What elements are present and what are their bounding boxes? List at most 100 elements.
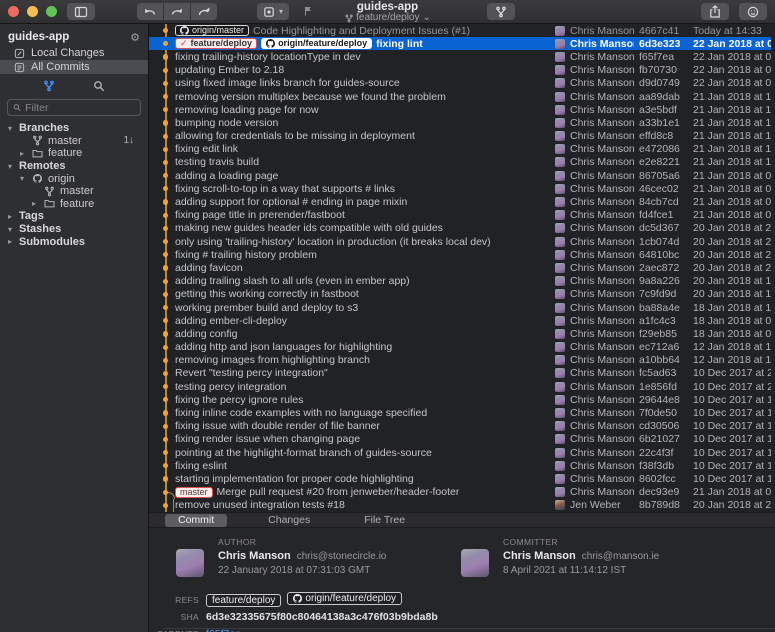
- commit-row[interactable]: making new guides header ids compatible …: [149, 222, 771, 235]
- commit-row[interactable]: working prember build and deploy to s3 Ch…: [149, 301, 771, 314]
- commit-row[interactable]: adding favicon Chris Manson 2aec872 20 Jan …: [149, 261, 771, 274]
- chevron-down-icon[interactable]: ▾: [5, 162, 15, 171]
- commit-author: Chris Manson: [570, 301, 634, 314]
- branch-view-icon[interactable]: [43, 80, 55, 92]
- commit-message: making new guides header ids compatible …: [175, 222, 443, 235]
- tree-item-master[interactable]: master: [0, 185, 148, 198]
- commit-row[interactable]: ✓ feature/deploy origin/feature/deploy fixi…: [149, 37, 771, 51]
- chevron-down-icon[interactable]: ▾: [5, 124, 15, 133]
- share-button[interactable]: [701, 3, 729, 20]
- commit-row[interactable]: Revert "testing percy integration" Chris …: [149, 367, 771, 380]
- commit-row[interactable]: fixing inline code examples with no lang…: [149, 406, 771, 419]
- commit-row[interactable]: removing loading page for now Chris Manso…: [149, 103, 771, 116]
- ref-badge-origin-feature-deploy[interactable]: origin/feature/deploy: [287, 592, 403, 605]
- parent-commit-link[interactable]: f65f7ea: [206, 628, 241, 632]
- ref-badge-label: origin/master: [192, 25, 245, 36]
- commit-row[interactable]: fixing edit link Chris Manson e472086 21 Ja…: [149, 143, 771, 156]
- chevron-down-icon[interactable]: ▾: [17, 174, 27, 183]
- tree-item-stashes[interactable]: ▾ Stashes: [0, 223, 148, 236]
- graph-node: [149, 393, 175, 406]
- commit-sha: 86705a6: [639, 169, 680, 182]
- ref-badge-feature-deploy[interactable]: feature/deploy: [206, 594, 282, 607]
- commit-row[interactable]: fixing issue with double render of file …: [149, 420, 771, 433]
- commit-row[interactable]: master Merge pull request #20 from jenweb…: [149, 486, 771, 499]
- fetch-button[interactable]: [137, 3, 163, 20]
- commit-menu-button[interactable]: ▾: [257, 3, 290, 20]
- tab-changes[interactable]: Changes: [255, 514, 323, 527]
- commit-row[interactable]: removing version multiplex because we fo…: [149, 90, 771, 103]
- gear-icon[interactable]: ⚙: [130, 31, 140, 44]
- tree-item-feature[interactable]: ▸ feature: [0, 198, 148, 211]
- titlebar: ▾ guides-app feature/deploy ⌄: [0, 0, 775, 24]
- commit-row[interactable]: origin/master Code Highlighting and Deplo…: [149, 24, 771, 37]
- commit-row[interactable]: updating Ember to 2.18 Chris Manson fb7073…: [149, 64, 771, 77]
- commit-message-cell: Revert "testing percy integration": [175, 367, 555, 379]
- commit-row[interactable]: fixing trailing-history locationType in …: [149, 50, 771, 63]
- sidebar-item-local-changes[interactable]: Local Changes: [0, 46, 148, 60]
- commit-row[interactable]: only using 'trailing-history' location i…: [149, 235, 771, 248]
- commit-row[interactable]: testing travis build Chris Manson e2e8221 2…: [149, 156, 771, 169]
- commit-row[interactable]: allowing for credentials to be missing i…: [149, 130, 771, 143]
- commit-row[interactable]: fixing page title in prerender/fastboot C…: [149, 209, 771, 222]
- commit-sha: 4667c41: [639, 24, 680, 37]
- tree-item-branches[interactable]: ▾ Branches: [0, 122, 148, 135]
- feedback-button[interactable]: [739, 3, 767, 20]
- commit-row[interactable]: starting implementation for proper code …: [149, 472, 771, 485]
- pull-button[interactable]: [164, 3, 190, 20]
- smiley-icon: [747, 6, 759, 17]
- chevron-right-icon[interactable]: ▸: [29, 199, 39, 208]
- search-view-icon[interactable]: [93, 80, 105, 92]
- commit-message: fixing eslint: [175, 459, 227, 472]
- zoom-window-button[interactable]: [46, 6, 57, 17]
- tree-item-submodules[interactable]: ▸ Submodules: [0, 235, 148, 248]
- tree-item-master[interactable]: master 1↓: [0, 135, 148, 148]
- sidebar-item-all-commits[interactable]: All Commits: [0, 60, 148, 74]
- ref-badge-feature-deploy[interactable]: ✓ feature/deploy: [175, 38, 258, 50]
- tree-item-origin[interactable]: ▾ origin: [0, 172, 148, 185]
- push-button[interactable]: [191, 3, 217, 20]
- graph-node: [149, 314, 175, 327]
- ref-badge-origin-feature-deploy[interactable]: origin/feature/deploy: [261, 38, 373, 50]
- chevron-down-icon[interactable]: ▾: [5, 225, 15, 234]
- commit-row[interactable]: fixing the percy ignore rules Chris Manso…: [149, 393, 771, 406]
- commit-row[interactable]: fixing render issue when changing page Ch…: [149, 433, 771, 446]
- tree-item-feature[interactable]: ▸ feature: [0, 147, 148, 160]
- tab-commit[interactable]: Commit: [165, 513, 228, 527]
- commit-row[interactable]: testing percy integration Chris Manson 1e8…: [149, 380, 771, 393]
- tree-item-remotes[interactable]: ▾ Remotes: [0, 160, 148, 173]
- chevron-right-icon[interactable]: ▸: [5, 237, 15, 246]
- minimize-window-button[interactable]: [27, 6, 38, 17]
- graph-node: [149, 209, 175, 222]
- graph-node: [149, 103, 175, 116]
- commit-date: 10 Dec 2017 at 18:48: [693, 472, 771, 485]
- commit-row[interactable]: fixing scroll-to-top in a way that suppo…: [149, 182, 771, 195]
- chevron-right-icon[interactable]: ▸: [5, 212, 15, 221]
- author-date: 22 January 2018 at 07:31:03 GMT: [218, 565, 371, 576]
- commit-row[interactable]: adding a loading page Chris Manson 86705a6…: [149, 169, 771, 182]
- commit-row[interactable]: adding trailing slash to all urls (even …: [149, 275, 771, 288]
- chevron-right-icon[interactable]: ▸: [17, 149, 27, 158]
- commit-row[interactable]: using fixed image links branch for guide…: [149, 77, 771, 90]
- commit-row[interactable]: getting this working correctly in fastbo…: [149, 288, 771, 301]
- commit-row[interactable]: removing images from highlighting branch…: [149, 354, 771, 367]
- commit-row[interactable]: adding ember-cli-deploy Chris Manson a1fc4…: [149, 314, 771, 327]
- commit-sha: d9d0749: [639, 77, 680, 90]
- commit-row[interactable]: fixing eslint Chris Manson f38f3db 10 Dec 2…: [149, 459, 771, 472]
- toggle-sidebar-button[interactable]: [67, 3, 95, 20]
- commit-row[interactable]: adding http and json languages for highl…: [149, 341, 771, 354]
- commit-row[interactable]: adding config Chris Manson f29eb85 18 Jan 2…: [149, 327, 771, 340]
- commit-row[interactable]: pointing at the highlight-format branch …: [149, 446, 771, 459]
- tree-item-tags[interactable]: ▸ Tags: [0, 210, 148, 223]
- ref-badge-origin-master[interactable]: origin/master: [175, 25, 250, 37]
- tab-file-tree[interactable]: File Tree: [351, 514, 418, 527]
- commit-row[interactable]: adding support for optional # ending in …: [149, 195, 771, 208]
- commit-row[interactable]: fixing # trailing history problem Chris M…: [149, 248, 771, 261]
- commit-message-cell: removing images from highlighting branch: [175, 354, 555, 366]
- ref-badge-master[interactable]: master: [175, 486, 213, 498]
- close-window-button[interactable]: [8, 6, 19, 17]
- current-branch-indicator[interactable]: feature/deploy ⌄: [344, 13, 431, 24]
- create-branch-button[interactable]: [487, 3, 515, 20]
- commit-row[interactable]: bumping node version Chris Manson a33b1e1 2…: [149, 116, 771, 129]
- filter-input[interactable]: [25, 101, 135, 114]
- commit-row[interactable]: remove unused integration tests #18 Jen W…: [149, 498, 771, 512]
